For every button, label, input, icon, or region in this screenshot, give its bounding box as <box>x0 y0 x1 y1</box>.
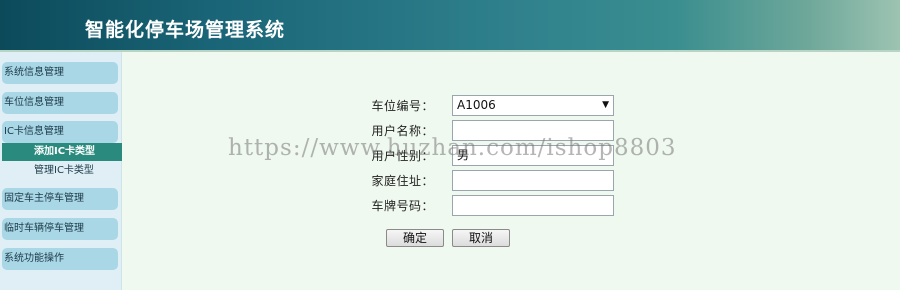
home-address-label: 家庭住址： <box>371 174 434 188</box>
sidebar-subitem-add-ic-card-type[interactable]: 添加IC卡类型 <box>2 143 122 161</box>
home-address-input[interactable] <box>452 170 614 191</box>
plate-number-input[interactable] <box>452 195 614 216</box>
form-row-home-address: 家庭住址： <box>122 170 900 192</box>
sidebar-item-temporary-vehicle-parking[interactable]: 临时车辆停车管理 <box>2 218 118 240</box>
cancel-button[interactable]: 取消 <box>452 229 510 247</box>
form-row-user-name: 用户名称： <box>122 120 900 142</box>
app-title: 智能化停车场管理系统 <box>85 19 286 41</box>
sidebar-subitem-manage-ic-card-type[interactable]: 管理IC卡类型 <box>2 162 122 180</box>
sidebar-item-parking-space-info[interactable]: 车位信息管理 <box>2 92 118 114</box>
sidebar-item-ic-card-info[interactable]: IC卡信息管理 <box>2 121 118 143</box>
user-gender-input[interactable]: 男 <box>452 145 614 166</box>
main-content: 车位编号： A1006 ▼ 用户名称： 用户性别： 男 家庭住址： 车牌号码： … <box>122 52 900 290</box>
sidebar-item-fixed-owner-parking[interactable]: 固定车主停车管理 <box>2 188 118 210</box>
sidebar-item-system-function[interactable]: 系统功能操作 <box>2 248 118 270</box>
sidebar: 系统信息管理 车位信息管理 IC卡信息管理 添加IC卡类型 管理IC卡类型 固定… <box>0 52 122 290</box>
confirm-button[interactable]: 确定 <box>386 229 444 247</box>
user-gender-label: 用户性别： <box>371 149 434 163</box>
triangle-down-icon: ▼ <box>602 100 609 110</box>
space-number-value: A1006 <box>457 98 496 112</box>
plate-number-label: 车牌号码： <box>371 199 434 213</box>
form-row-plate-number: 车牌号码： <box>122 195 900 217</box>
space-number-select[interactable]: A1006 ▼ <box>452 95 614 116</box>
sidebar-item-system-info[interactable]: 系统信息管理 <box>2 62 118 84</box>
user-name-input[interactable] <box>452 120 614 141</box>
form-row-user-gender: 用户性别： 男 <box>122 145 900 167</box>
app-header: 智能化停车场管理系统 <box>0 0 900 52</box>
space-number-label: 车位编号： <box>371 99 434 113</box>
user-name-label: 用户名称： <box>371 124 434 138</box>
form-row-space-number: 车位编号： A1006 ▼ <box>122 95 900 117</box>
